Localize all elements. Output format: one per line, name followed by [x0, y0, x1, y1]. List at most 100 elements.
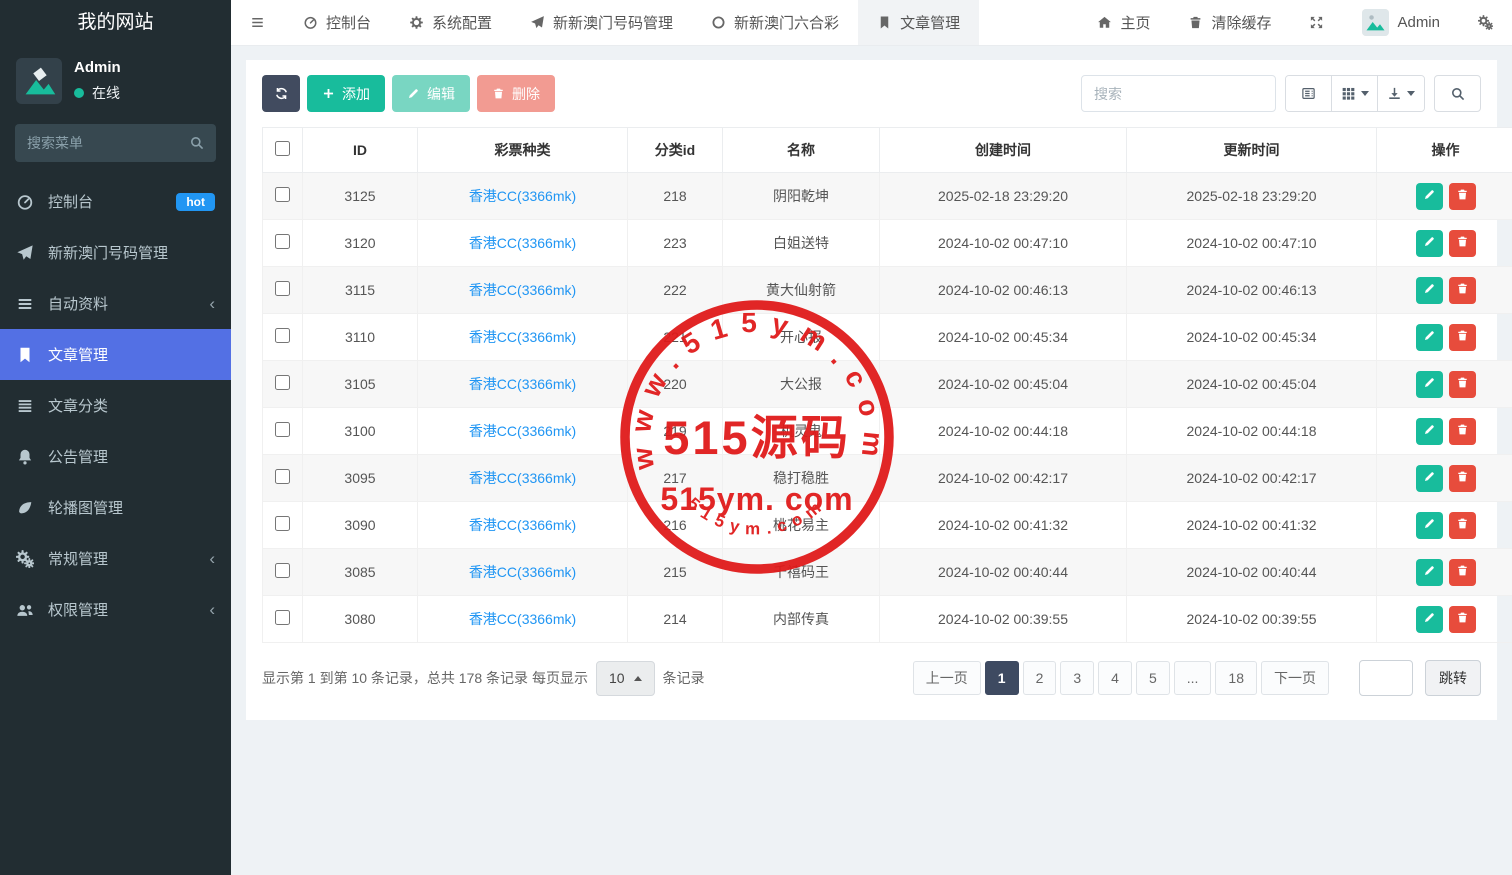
row-delete-button[interactable] — [1449, 606, 1476, 633]
tab-dashboard[interactable]: 控制台 — [284, 0, 390, 45]
row-edit-button[interactable] — [1416, 183, 1443, 210]
row-checkbox[interactable] — [275, 328, 290, 343]
lottery-type-link[interactable]: 香港CC(3366mk) — [469, 329, 576, 345]
page-number-5[interactable]: 5 — [1136, 661, 1170, 695]
home-link[interactable]: 主页 — [1078, 0, 1169, 45]
refresh-button[interactable] — [262, 75, 300, 112]
row-checkbox[interactable] — [275, 469, 290, 484]
cell-name: 机灵鬼 — [723, 408, 880, 455]
search-toggle-button[interactable] — [1434, 75, 1481, 112]
lottery-type-link[interactable]: 香港CC(3366mk) — [469, 517, 576, 533]
cell-id: 3120 — [303, 220, 418, 267]
export-button[interactable] — [1378, 76, 1424, 111]
sidebar-item-article-category[interactable]: 文章分类 — [0, 380, 231, 431]
page-number-1[interactable]: 1 — [985, 661, 1019, 695]
lottery-type-link[interactable]: 香港CC(3366mk) — [469, 423, 576, 439]
page-jump-button[interactable]: 跳转 — [1425, 660, 1481, 696]
row-edit-button[interactable] — [1416, 606, 1443, 633]
row-edit-button[interactable] — [1416, 324, 1443, 351]
topnav-tabs: 控制台系统配置新新澳门号码管理新新澳门六合彩文章管理 — [231, 0, 979, 45]
cell-id: 3095 — [303, 455, 418, 502]
row-edit-button[interactable] — [1416, 230, 1443, 257]
trash-icon — [1456, 235, 1469, 251]
sidebar-item-general-management[interactable]: 常规管理‹ — [0, 533, 231, 584]
add-button[interactable]: 添加 — [307, 75, 385, 112]
sidebar-item-announcement-management[interactable]: 公告管理 — [0, 431, 231, 482]
row-delete-button[interactable] — [1449, 183, 1476, 210]
sidebar-item-dashboard[interactable]: 控制台hot — [0, 176, 231, 227]
tab-xinao-lottery[interactable]: 新新澳门六合彩 — [692, 0, 858, 45]
row-edit-button[interactable] — [1416, 371, 1443, 398]
row-edit-button[interactable] — [1416, 559, 1443, 586]
tab-article-management[interactable]: 文章管理 — [858, 0, 979, 45]
sidebar-item-label: 控制台 — [48, 191, 93, 212]
select-all-checkbox[interactable] — [275, 141, 290, 156]
row-delete-button[interactable] — [1449, 559, 1476, 586]
fullscreen-toggle-button[interactable] — [1290, 0, 1343, 45]
sidebar-item-carousel-management[interactable]: 轮播图管理 — [0, 482, 231, 533]
row-checkbox[interactable] — [275, 234, 290, 249]
tab-xinao-number-management[interactable]: 新新澳门号码管理 — [511, 0, 692, 45]
table-footer: 显示第 1 到第 10 条记录，总共 178 条记录 每页显示 10 条记录 上… — [262, 660, 1481, 696]
row-delete-button[interactable] — [1449, 230, 1476, 257]
lottery-type-link[interactable]: 香港CC(3366mk) — [469, 564, 576, 580]
row-checkbox[interactable] — [275, 375, 290, 390]
cell-name: 黄大仙射箭 — [723, 267, 880, 314]
lottery-type-link[interactable]: 香港CC(3366mk) — [469, 611, 576, 627]
sidebar-toggle-button[interactable] — [231, 0, 284, 45]
column-header-1: 彩票种类 — [418, 128, 628, 173]
page-number-3[interactable]: 3 — [1060, 661, 1094, 695]
row-edit-button[interactable] — [1416, 277, 1443, 304]
edit-button[interactable]: 编辑 — [392, 75, 470, 112]
lottery-type-link[interactable]: 香港CC(3366mk) — [469, 282, 576, 298]
row-delete-button[interactable] — [1449, 512, 1476, 539]
row-checkbox[interactable] — [275, 563, 290, 578]
lottery-type-link[interactable]: 香港CC(3366mk) — [469, 235, 576, 251]
lottery-type-link[interactable]: 香港CC(3366mk) — [469, 376, 576, 392]
page-jump-input[interactable] — [1359, 660, 1413, 696]
menu-search-input[interactable] — [15, 124, 216, 162]
page-number-4[interactable]: 4 — [1098, 661, 1132, 695]
page-prev[interactable]: 上一页 — [913, 661, 981, 695]
column-header-2: 分类id — [628, 128, 723, 173]
row-delete-button[interactable] — [1449, 371, 1476, 398]
cell-name: 千禧码王 — [723, 549, 880, 596]
settings-button[interactable] — [1459, 0, 1512, 45]
row-checkbox[interactable] — [275, 516, 290, 531]
lottery-type-link[interactable]: 香港CC(3366mk) — [469, 470, 576, 486]
cell-id: 3105 — [303, 361, 418, 408]
row-edit-button[interactable] — [1416, 418, 1443, 445]
columns-button[interactable] — [1332, 76, 1378, 111]
page-number-2[interactable]: 2 — [1023, 661, 1057, 695]
sidebar-item-article-management[interactable]: 文章管理 — [0, 329, 231, 380]
row-delete-button[interactable] — [1449, 324, 1476, 351]
row-checkbox[interactable] — [275, 422, 290, 437]
lottery-type-link[interactable]: 香港CC(3366mk) — [469, 188, 576, 204]
sidebar-item-permission-management[interactable]: 权限管理‹ — [0, 584, 231, 635]
delete-button[interactable]: 删除 — [477, 75, 555, 112]
page-number-18[interactable]: 18 — [1215, 661, 1257, 695]
sidebar-item-xinao-number-management[interactable]: 新新澳门号码管理 — [0, 227, 231, 278]
cell-name: 白姐送特 — [723, 220, 880, 267]
detail-view-button[interactable] — [1286, 76, 1332, 111]
row-delete-button[interactable] — [1449, 465, 1476, 492]
cell-created-time: 2024-10-02 00:39:55 — [880, 596, 1127, 643]
clear-cache-button[interactable]: 清除缓存 — [1169, 0, 1290, 45]
tab-system-config[interactable]: 系统配置 — [390, 0, 511, 45]
row-edit-button[interactable] — [1416, 465, 1443, 492]
row-checkbox[interactable] — [275, 187, 290, 202]
row-delete-button[interactable] — [1449, 277, 1476, 304]
row-edit-button[interactable] — [1416, 512, 1443, 539]
user-menu[interactable]: Admin — [1343, 0, 1459, 45]
page-size-dropdown[interactable]: 10 — [596, 661, 655, 696]
cell-updated-time: 2024-10-02 00:41:32 — [1127, 502, 1377, 549]
row-delete-button[interactable] — [1449, 418, 1476, 445]
table-search-input[interactable] — [1081, 75, 1276, 112]
sidebar-item-auto-data[interactable]: 自动资料‹ — [0, 278, 231, 329]
user-avatar[interactable] — [16, 58, 62, 104]
row-checkbox[interactable] — [275, 610, 290, 625]
cell-name: 桃花易主 — [723, 502, 880, 549]
caret-up-icon — [634, 676, 642, 681]
page-next[interactable]: 下一页 — [1261, 661, 1329, 695]
row-checkbox[interactable] — [275, 281, 290, 296]
